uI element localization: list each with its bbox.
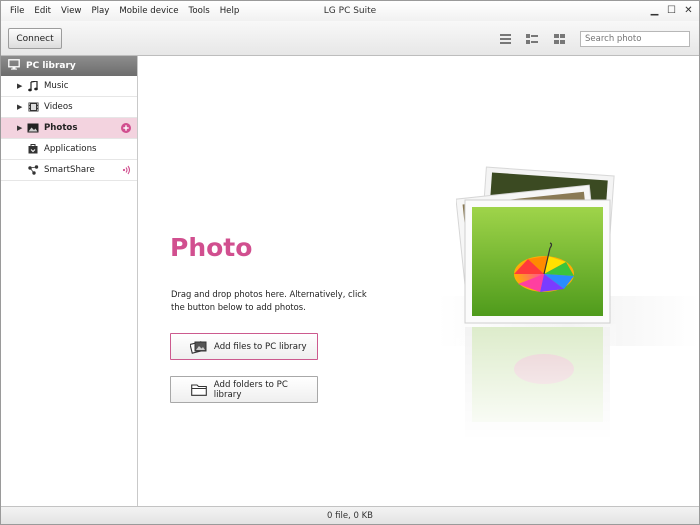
sidebar-item-photos[interactable]: ▶ Photos — [1, 118, 137, 139]
add-files-button[interactable]: Add files to PC library — [170, 333, 318, 360]
add-files-label: Add files to PC library — [214, 341, 307, 352]
connect-button[interactable]: Connect — [8, 28, 62, 49]
photo-icon — [27, 123, 39, 134]
monitor-icon — [8, 59, 20, 73]
search-input[interactable] — [580, 31, 690, 47]
add-folders-button[interactable]: Add folders to PC library — [170, 376, 318, 403]
sidebar-header[interactable]: PC library — [1, 56, 137, 76]
sidebar-item-applications[interactable]: Applications — [1, 139, 137, 160]
sidebar-item-label: Videos — [44, 102, 73, 112]
photo-illustration — [455, 164, 616, 474]
thumbnail-view-icon[interactable] — [552, 33, 566, 45]
status-bar: 0 file, 0 KB — [1, 506, 699, 524]
sidebar-item-smartshare[interactable]: SmartShare — [1, 160, 137, 181]
music-icon — [27, 80, 39, 92]
add-folders-label: Add folders to PC library — [213, 379, 288, 400]
expand-arrow-icon[interactable]: ▶ — [17, 82, 27, 90]
folder-icon — [190, 383, 208, 397]
list-view-icon[interactable] — [498, 33, 512, 45]
expand-arrow-icon[interactable]: ▶ — [17, 103, 27, 111]
toolbar: Connect — [1, 21, 699, 56]
minimize-icon[interactable]: ▁ — [648, 4, 661, 17]
main-menu: File Edit View Play Mobile device Tools … — [5, 6, 244, 16]
add-circle-icon[interactable] — [121, 123, 131, 133]
applications-icon — [27, 144, 39, 155]
sidebar-item-music[interactable]: ▶ Music — [1, 76, 137, 97]
menu-file[interactable]: File — [5, 6, 29, 16]
menu-tools[interactable]: Tools — [184, 6, 215, 16]
sidebar-item-label: SmartShare — [44, 165, 95, 175]
menu-help[interactable]: Help — [215, 6, 245, 16]
maximize-icon[interactable]: ☐ — [665, 4, 678, 17]
main-content: Photo Drag and drop photos here. Alterna… — [138, 56, 699, 506]
app-window: File Edit View Play Mobile device Tools … — [0, 0, 700, 525]
window-controls: ▁ ☐ ✕ — [648, 4, 695, 17]
menu-view[interactable]: View — [56, 6, 86, 16]
close-icon[interactable]: ✕ — [682, 4, 695, 17]
sidebar: PC library ▶ Music ▶ Videos ▶ Photos App… — [1, 56, 138, 506]
sidebar-item-videos[interactable]: ▶ Videos — [1, 97, 137, 118]
page-title: Photo — [170, 233, 253, 262]
add-photos-icon — [190, 340, 208, 354]
detail-view-icon[interactable] — [525, 33, 539, 45]
menu-bar: File Edit View Play Mobile device Tools … — [1, 1, 699, 21]
sidebar-item-label: Photos — [44, 123, 78, 133]
broadcast-signal-icon[interactable] — [121, 165, 131, 175]
instructions-text: Drag and drop photos here. Alternatively… — [171, 289, 367, 312]
video-icon — [27, 102, 39, 113]
smartshare-icon — [27, 165, 39, 176]
expand-arrow-icon[interactable]: ▶ — [17, 124, 27, 132]
menu-edit[interactable]: Edit — [29, 6, 56, 16]
menu-play[interactable]: Play — [86, 6, 114, 16]
view-mode-buttons — [498, 33, 566, 45]
sidebar-item-label: Music — [44, 81, 69, 91]
sidebar-item-label: Applications — [44, 144, 97, 154]
sidebar-header-label: PC library — [26, 61, 76, 71]
menu-mobile-device[interactable]: Mobile device — [114, 6, 183, 16]
